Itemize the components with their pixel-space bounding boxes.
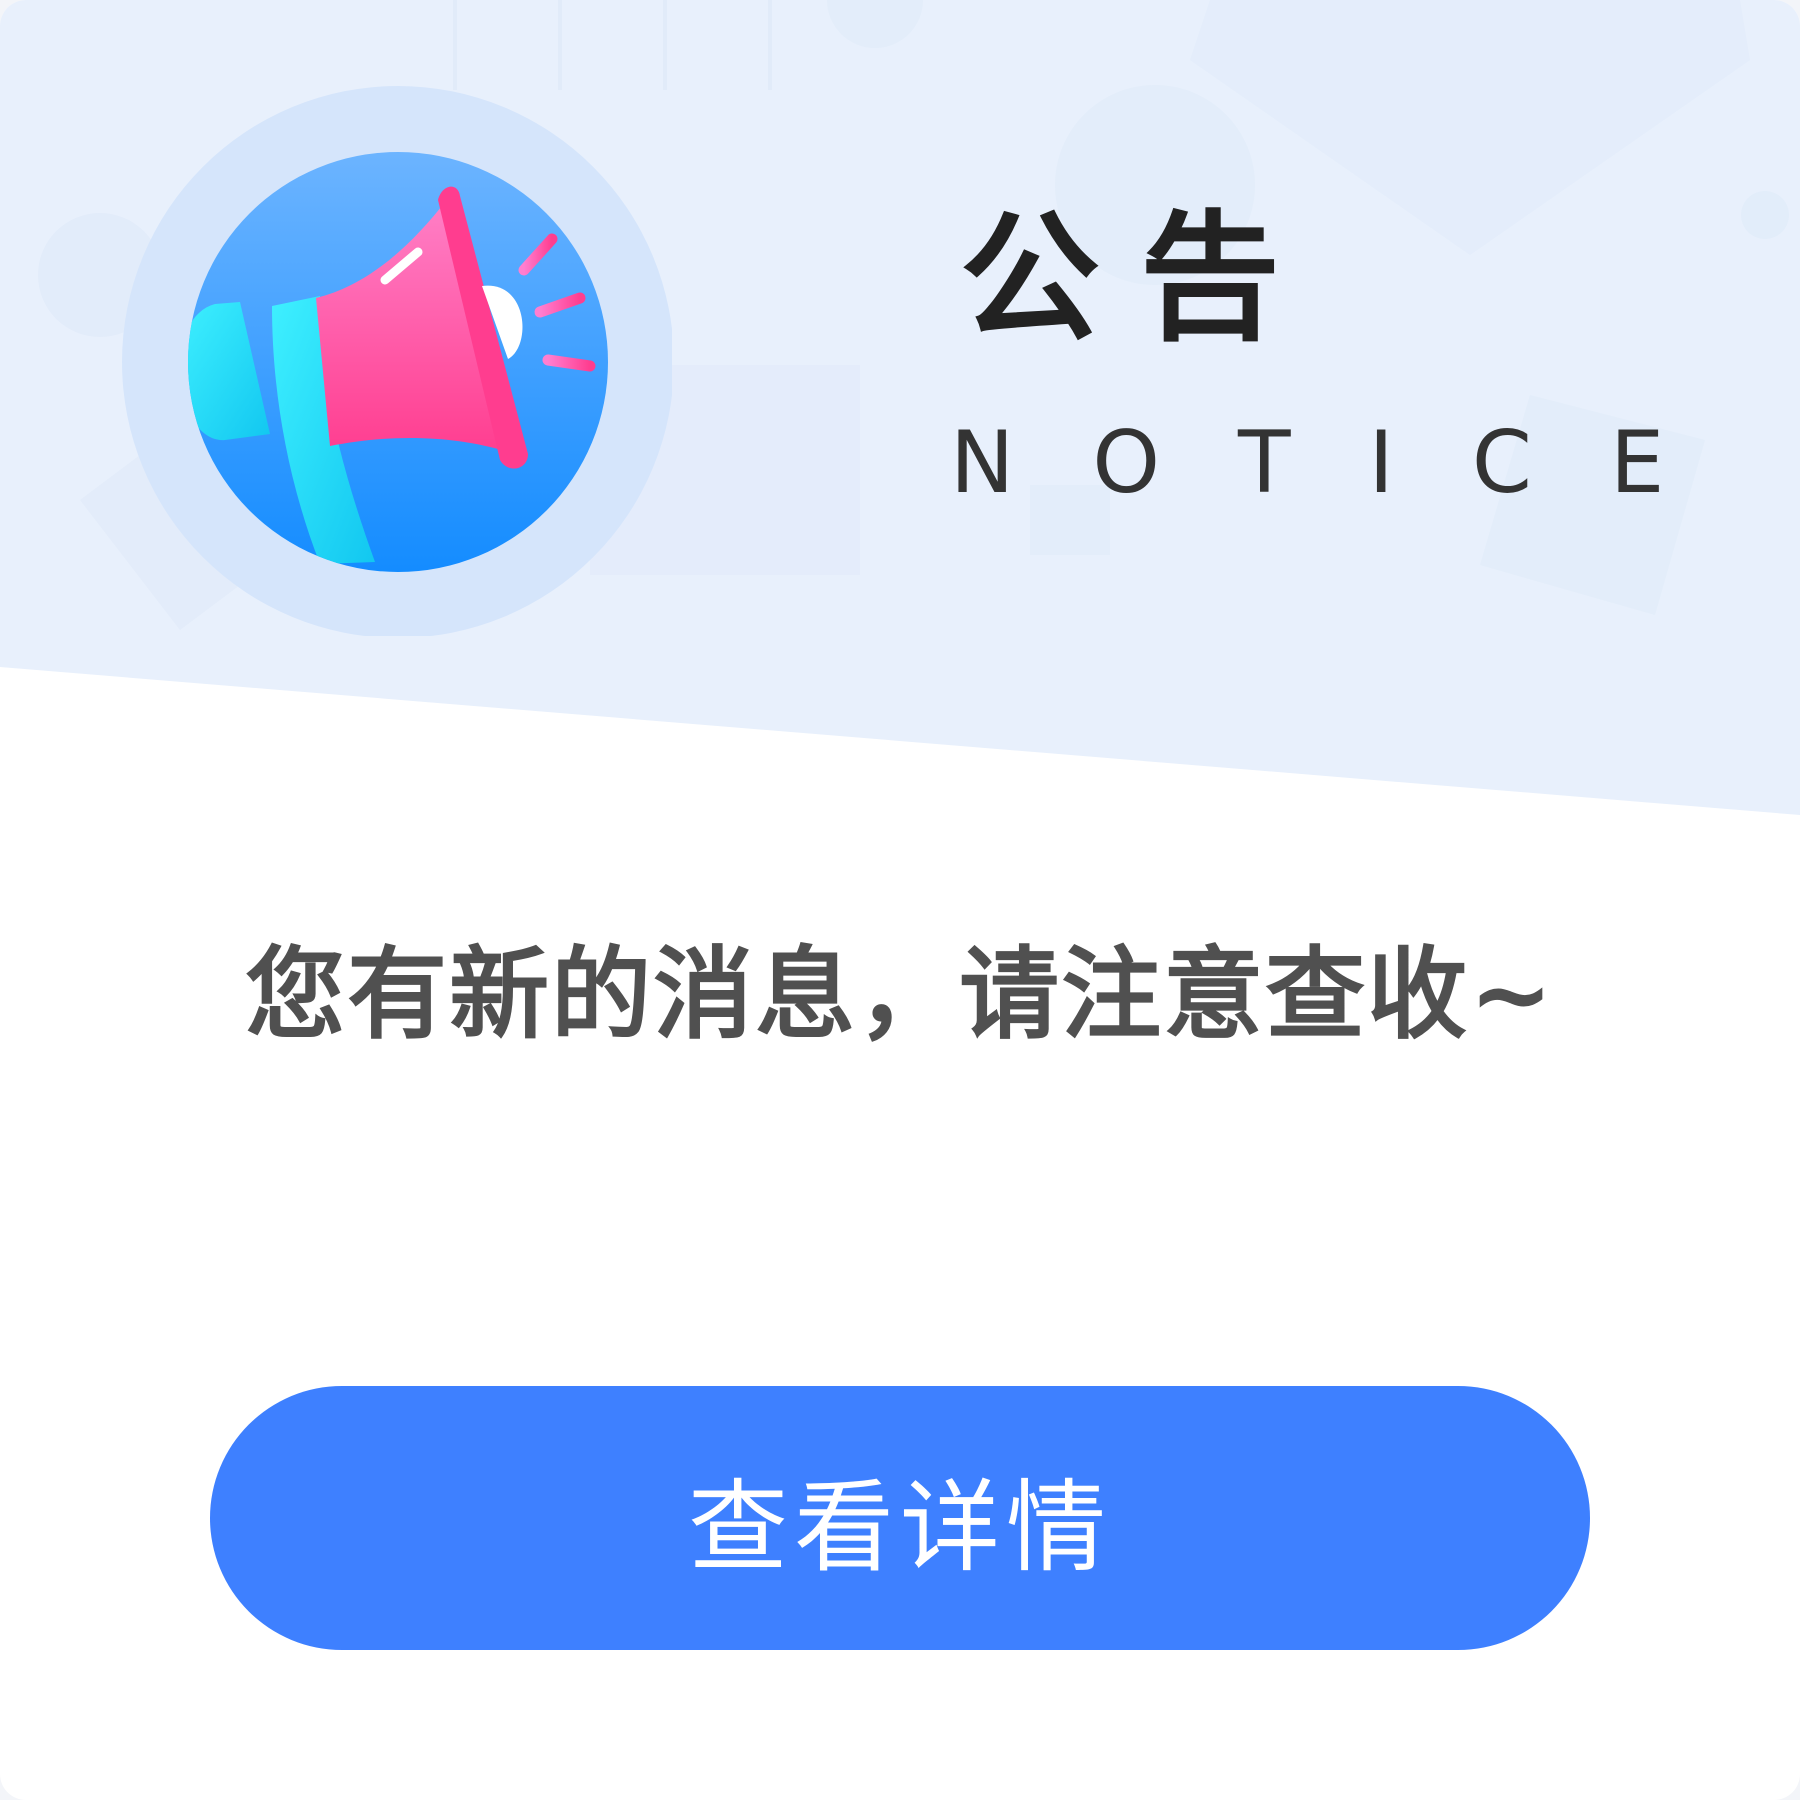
notice-subtitle: NOTICE (950, 413, 1743, 513)
notice-message: 您有新的消息，请注意查收~ (245, 936, 1555, 1053)
notice-card: 公告 NOTICE 您有新的消息，请注意查收~ 查看详情 (0, 0, 1800, 1800)
notice-title: 公告 (959, 198, 1320, 361)
view-details-button[interactable]: 查看详情 (210, 1386, 1590, 1650)
megaphone-icon (122, 86, 672, 636)
view-details-button-label: 查看详情 (688, 1468, 1112, 1586)
